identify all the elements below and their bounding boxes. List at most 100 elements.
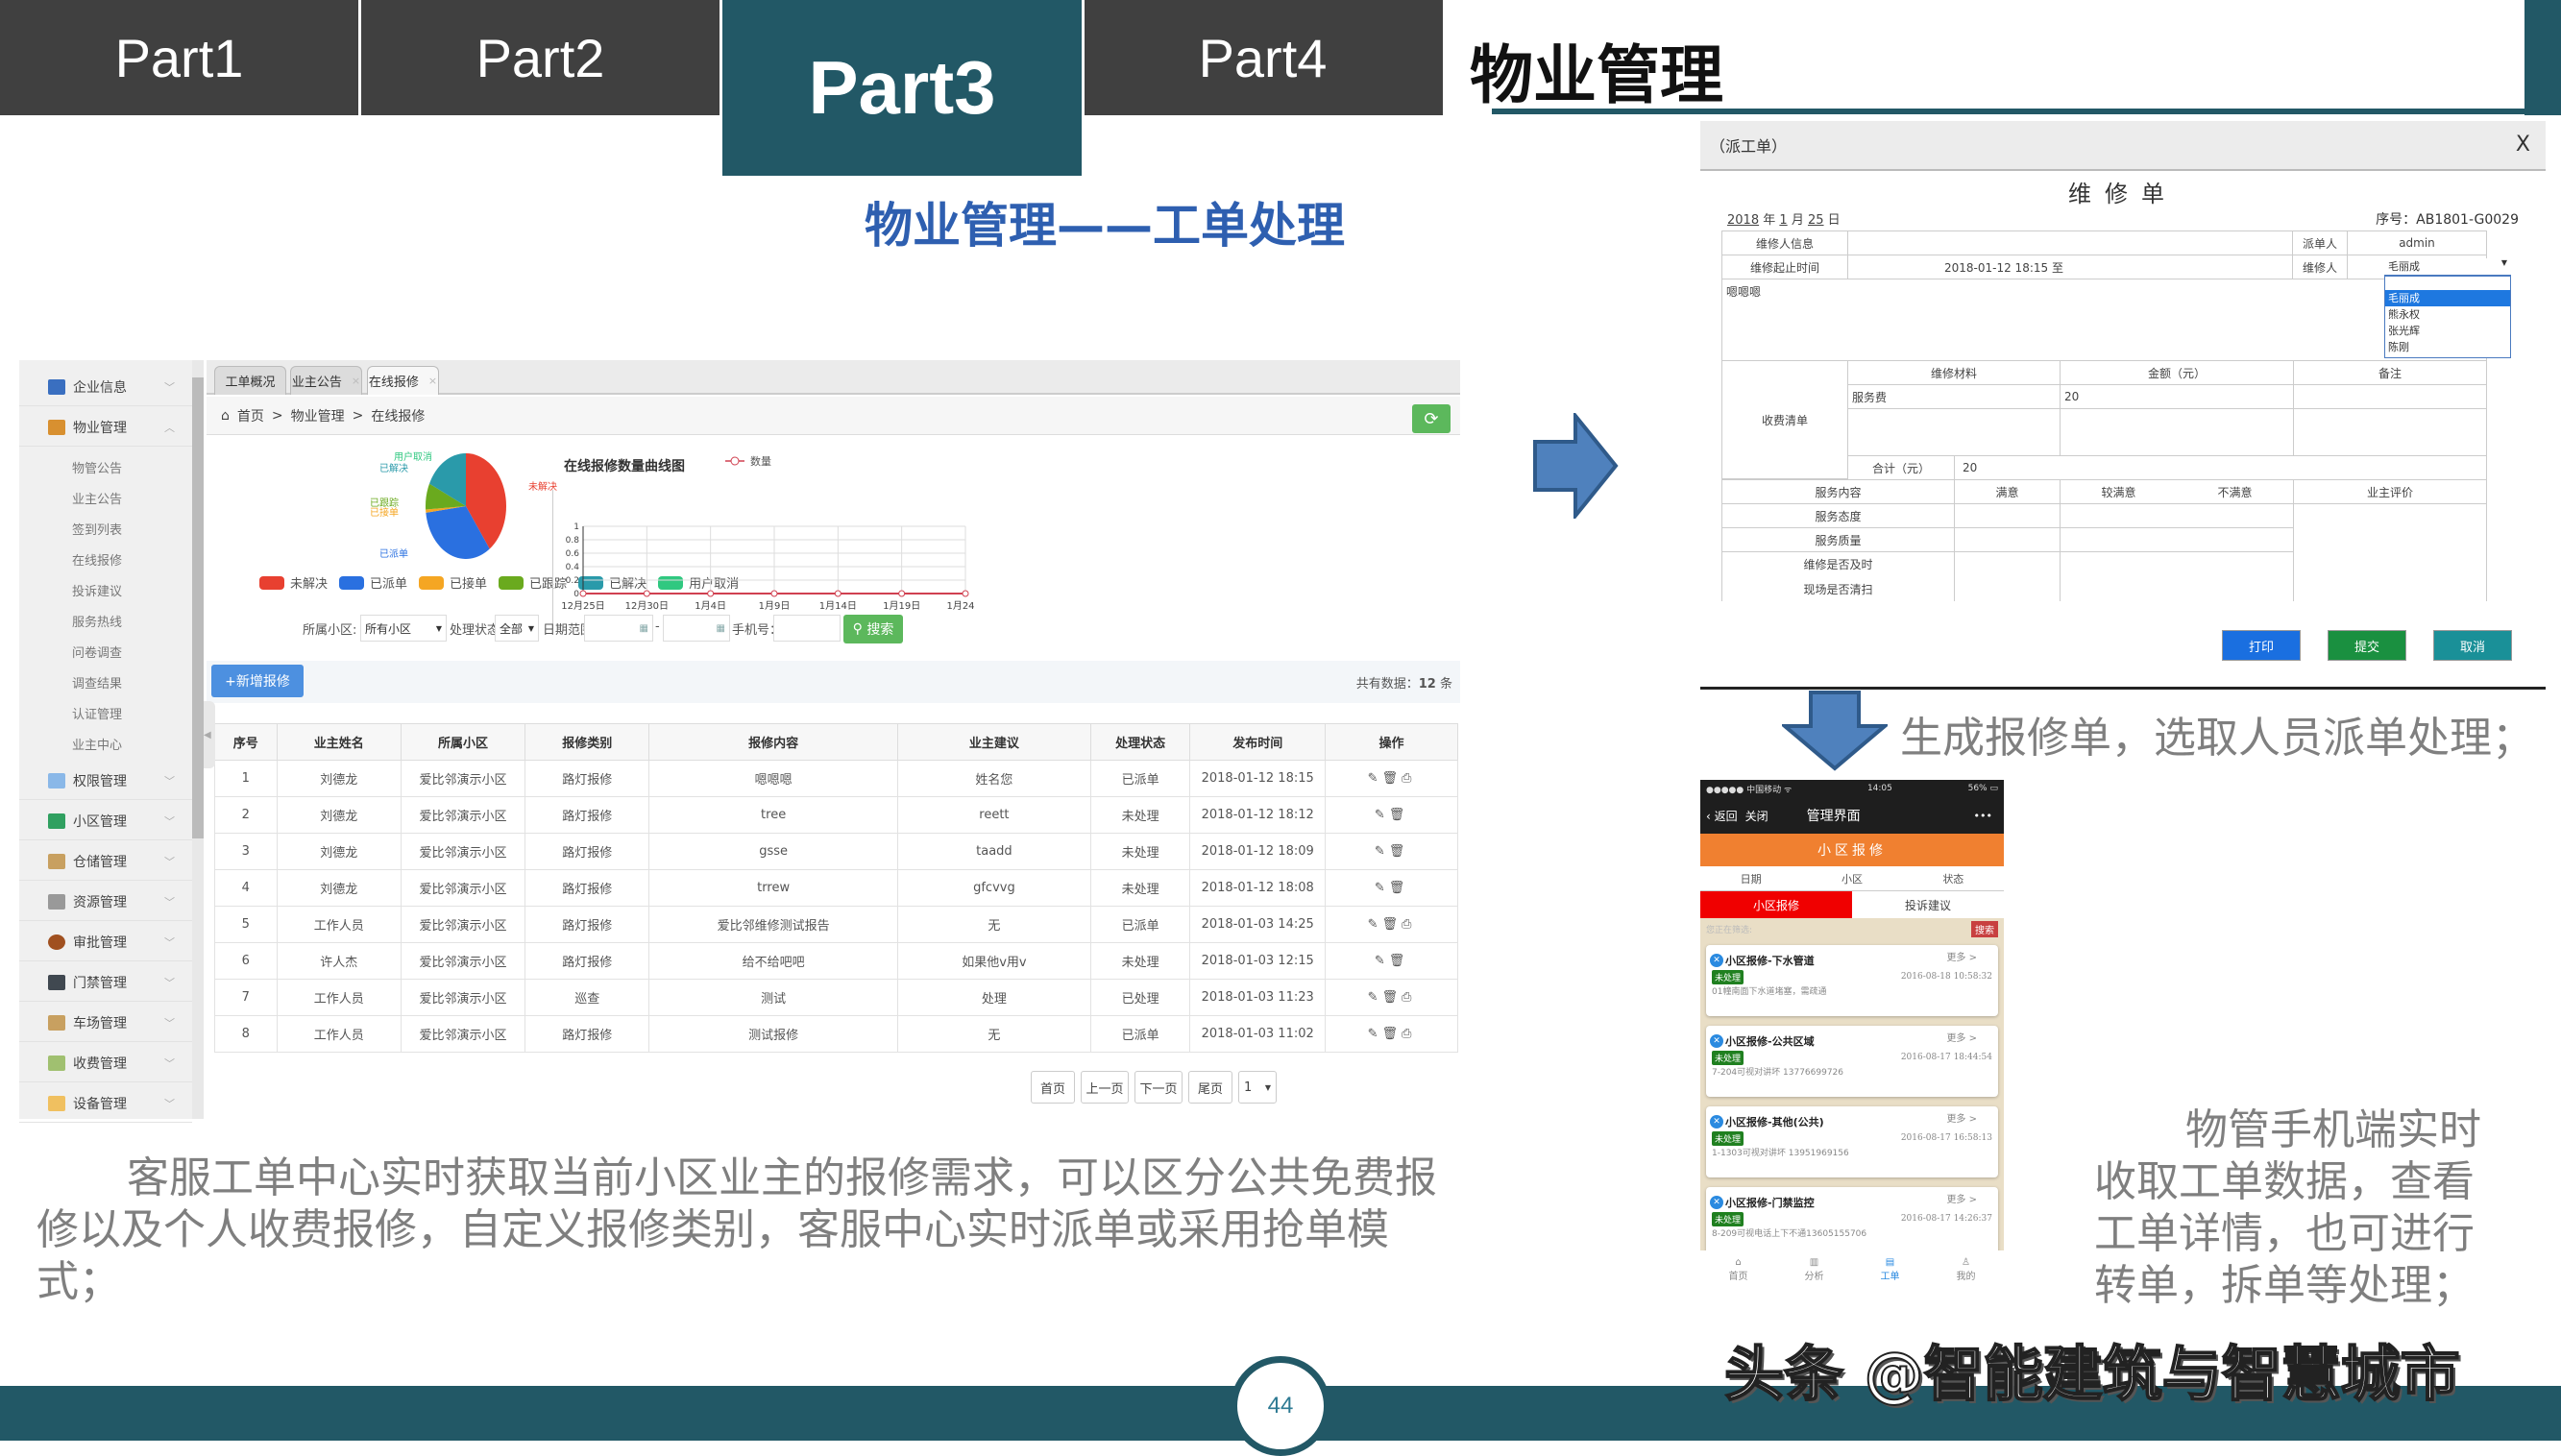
row-actions[interactable]: ✎🗑 (1325, 796, 1458, 834)
sidebar-item-resources[interactable]: 资源管理 ﹀ (19, 883, 192, 921)
community-select[interactable]: 所有小区 ▼ (360, 615, 447, 642)
tab-online-repair[interactable]: 在线报修 × (367, 366, 439, 395)
more-icon[interactable]: ••• (1974, 810, 1992, 822)
more-link[interactable]: 更多 > (1946, 1110, 1977, 1125)
sidebar-item-devices[interactable]: 设备管理 ﹀ (19, 1084, 192, 1123)
bottom-nav-me[interactable]: ♙ 我的 (1957, 1257, 1976, 1282)
mobile-repair-card[interactable]: ✕ 小区报修-其他(公共) 更多 > 未处理 2016-08-17 16:58:1… (1706, 1106, 1998, 1177)
date-end-input[interactable]: ▦ (663, 615, 730, 642)
sidebar-item-permissions[interactable]: 权限管理 ﹀ (19, 762, 192, 800)
sidebar-subitem[interactable]: 调查结果 (72, 673, 122, 692)
close-icon[interactable]: × (352, 375, 360, 387)
row-actions[interactable]: ✎🗑 (1325, 942, 1458, 980)
sidebar-subitem[interactable]: 问卷调查 (72, 643, 122, 661)
filter-date[interactable]: 日期 (1741, 871, 1762, 886)
row-actions[interactable]: ✎🗑⎙ (1325, 760, 1458, 797)
row-actions[interactable]: ✎🗑 (1325, 869, 1458, 907)
breadcrumb-property[interactable]: 物业管理 (291, 406, 345, 425)
refresh-button[interactable]: ⟳ (1412, 404, 1451, 433)
dropdown-option[interactable]: 熊永权 (2385, 306, 2510, 323)
mobile-tab-repair[interactable]: 小区报修 (1700, 891, 1852, 918)
filter-status[interactable]: 状态 (1942, 871, 1963, 886)
rating-cell[interactable] (1954, 503, 2061, 528)
sidebar-item-storage[interactable]: 仓储管理 ﹀ (19, 842, 192, 881)
nav-tab-part4[interactable]: Part4 (1085, 0, 1441, 115)
legend-swatch[interactable] (419, 575, 445, 590)
legend-swatch[interactable] (339, 575, 365, 590)
mobile-search-button[interactable]: 搜索 (1971, 920, 1998, 937)
rating-cell[interactable] (1954, 527, 2061, 552)
add-repair-button[interactable]: +新增报修 (211, 665, 304, 697)
sidebar-subitem[interactable]: 认证管理 (72, 704, 122, 722)
rating-cell[interactable] (1954, 551, 2061, 601)
row-actions[interactable]: ✎🗑 (1325, 833, 1458, 870)
legend-swatch[interactable] (499, 575, 524, 590)
repairer-select[interactable]: 毛丽成 ▼ (2384, 258, 2511, 276)
sidebar-subitem[interactable]: 投诉建议 (72, 581, 122, 599)
next-page-button[interactable]: 下一页 (1134, 1071, 1183, 1104)
mobile-repair-card[interactable]: ✕ 小区报修-下水管道 更多 > 未处理 2016-08-18 10:58:32 … (1706, 945, 1998, 1016)
description-text: 客服工单中心实时获取当前小区业主的报修需求，可以区分公共免费报修以及个人收费报修… (37, 1153, 1437, 1306)
dropdown-option[interactable]: 张光辉 (2385, 323, 2510, 339)
last-page-button[interactable]: 尾页 (1188, 1071, 1232, 1104)
page-select[interactable]: 1 ▼ (1238, 1071, 1277, 1104)
bottom-nav-workorder[interactable]: ▤ 工单 (1881, 1257, 1900, 1282)
sidebar-subitem[interactable]: 在线报修 (72, 550, 122, 569)
close-icon[interactable]: X (2516, 133, 2530, 157)
prev-page-button[interactable]: 上一页 (1081, 1071, 1129, 1104)
sidebar-item-community[interactable]: 小区管理 ﹀ (19, 802, 192, 840)
row-actions[interactable]: ✎🗑⎙ (1325, 1015, 1458, 1053)
legend-swatch[interactable] (259, 575, 284, 590)
row-actions[interactable]: ✎🗑⎙ (1325, 979, 1458, 1016)
back-button[interactable]: ‹ 返回 (1706, 808, 1738, 824)
dropdown-option[interactable]: 陈刚 (2385, 339, 2510, 355)
rating-cell[interactable] (2060, 503, 2294, 528)
more-link[interactable]: 更多 > (1946, 949, 1977, 963)
filter-community[interactable]: 小区 (1841, 871, 1863, 886)
sidebar-item-billing[interactable]: 收费管理 ﹀ (19, 1044, 192, 1082)
owner-eval-area[interactable] (2293, 503, 2487, 601)
legend-label[interactable]: 已接单 (450, 573, 487, 592)
bottom-nav-analysis[interactable]: ▥ 分析 (1805, 1257, 1824, 1282)
rating-cell[interactable] (2060, 551, 2294, 601)
sidebar-scrollbar-thumb[interactable] (192, 377, 204, 838)
sidebar-subitem[interactable]: 签到列表 (72, 520, 122, 538)
bottom-nav-home[interactable]: ⌂ 首页 (1729, 1257, 1748, 1282)
print-button[interactable]: 打印 (2222, 630, 2301, 661)
sidebar-subitem[interactable]: 业主公告 (72, 489, 122, 507)
date-start-input[interactable]: ▦ (584, 615, 653, 642)
sidebar-subitem[interactable]: 业主中心 (72, 735, 122, 753)
collapse-sidebar-handle[interactable]: ◀ (204, 701, 215, 768)
sidebar-subitem[interactable]: 物管公告 (72, 458, 122, 476)
legend-label[interactable]: 已派单 (370, 573, 407, 592)
breadcrumb-home[interactable]: 首页 (237, 406, 264, 425)
mobile-tab-complaint[interactable]: 投诉建议 (1852, 891, 2004, 918)
sidebar-item-approval[interactable]: 审批管理 ﹀ (19, 923, 192, 961)
phone-input[interactable] (773, 615, 841, 642)
sidebar-item-access[interactable]: 门禁管理 ﹀ (19, 963, 192, 1002)
first-page-button[interactable]: 首页 (1031, 1071, 1075, 1104)
search-button[interactable]: ⚲ 搜索 (843, 615, 903, 643)
nav-tab-part3[interactable]: Part3 (722, 0, 1082, 176)
rating-cell[interactable] (2060, 527, 2294, 552)
sidebar-item-company[interactable]: 企业信息 ﹀ (19, 368, 192, 406)
close-button[interactable]: 关闭 (1745, 808, 1768, 824)
sidebar-item-parking[interactable]: 车场管理 ﹀ (19, 1004, 192, 1042)
legend-label[interactable]: 未解决 (290, 573, 328, 592)
mobile-repair-card[interactable]: ✕ 小区报修-门禁监控 更多 > 未处理 2016-08-17 14:26:37 … (1706, 1187, 1998, 1258)
status-select[interactable]: 全部 ▼ (495, 615, 539, 642)
tab-owner-notice[interactable]: 业主公告 × (290, 366, 362, 395)
nav-tab-part1[interactable]: Part1 (0, 0, 358, 115)
mobile-repair-card[interactable]: ✕ 小区报修-公共区域 更多 > 未处理 2016-08-17 18:44:54 … (1706, 1026, 1998, 1097)
submit-button[interactable]: 提交 (2328, 630, 2406, 661)
nav-tab-part2[interactable]: Part2 (361, 0, 720, 115)
more-link[interactable]: 更多 > (1946, 1191, 1977, 1205)
more-link[interactable]: 更多 > (1946, 1030, 1977, 1044)
cancel-button[interactable]: 取消 (2433, 630, 2512, 661)
sidebar-item-property[interactable]: 物业管理 ︿ (19, 408, 192, 447)
tab-overview[interactable]: 工单概况 (214, 366, 286, 395)
row-actions[interactable]: ✎🗑⎙ (1325, 906, 1458, 943)
dropdown-option[interactable]: 毛丽成 (2385, 290, 2510, 306)
close-icon[interactable]: × (428, 375, 437, 387)
sidebar-subitem[interactable]: 服务热线 (72, 612, 122, 630)
